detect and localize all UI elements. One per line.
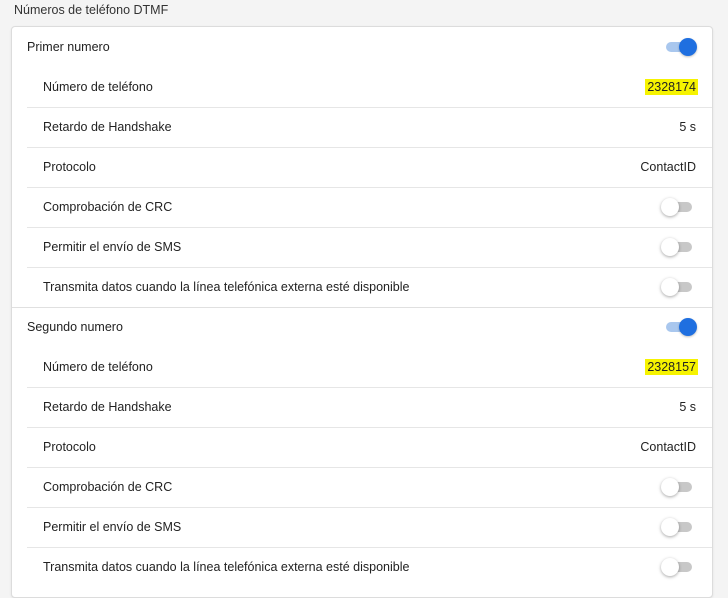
- phone-number-label: Número de teléfono: [43, 360, 153, 374]
- sms-row: Permitir el envío de SMS: [27, 227, 712, 268]
- handshake-delay-row[interactable]: Retardo de Handshake 5 s: [27, 107, 712, 148]
- crc-check-label: Comprobación de CRC: [43, 200, 173, 214]
- crc-check-label: Comprobación de CRC: [43, 480, 173, 494]
- sms-toggle[interactable]: [661, 237, 695, 257]
- protocol-value: ContactID: [640, 440, 696, 454]
- sms-row: Permitir el envío de SMS: [27, 507, 712, 548]
- external-line-toggle[interactable]: [661, 277, 695, 297]
- group-name: Segundo numero: [27, 320, 123, 334]
- phone-number-row[interactable]: Número de teléfono 2328157: [27, 347, 712, 388]
- handshake-delay-value: 5 s: [679, 120, 696, 134]
- sms-label: Permitir el envío de SMS: [43, 240, 182, 254]
- crc-check-toggle[interactable]: [661, 477, 695, 497]
- protocol-row[interactable]: Protocolo ContactID: [27, 427, 712, 468]
- external-line-row: Transmita datos cuando la línea telefóni…: [12, 267, 712, 308]
- group-header-first: Primer numero: [12, 27, 712, 67]
- phone-number-label: Número de teléfono: [43, 80, 153, 94]
- second-number-enable-toggle[interactable]: [663, 317, 697, 337]
- sms-toggle[interactable]: [661, 517, 695, 537]
- sms-label: Permitir el envío de SMS: [43, 520, 182, 534]
- handshake-delay-label: Retardo de Handshake: [43, 120, 172, 134]
- group-header-second: Segundo numero: [12, 307, 712, 347]
- protocol-row[interactable]: Protocolo ContactID: [27, 147, 712, 188]
- protocol-value: ContactID: [640, 160, 696, 174]
- external-line-label: Transmita datos cuando la línea telefóni…: [43, 280, 410, 294]
- phone-number-value: 2328157: [645, 359, 698, 375]
- group-name: Primer numero: [27, 40, 110, 54]
- external-line-row: Transmita datos cuando la línea telefóni…: [27, 547, 712, 587]
- dtmf-settings-panel: Primer numero Número de teléfono 2328174…: [11, 26, 713, 598]
- crc-check-toggle[interactable]: [661, 197, 695, 217]
- handshake-delay-label: Retardo de Handshake: [43, 400, 172, 414]
- handshake-delay-value: 5 s: [679, 400, 696, 414]
- phone-number-value: 2328174: [645, 79, 698, 95]
- external-line-label: Transmita datos cuando la línea telefóni…: [43, 560, 410, 574]
- phone-number-row[interactable]: Número de teléfono 2328174: [27, 67, 712, 108]
- handshake-delay-row[interactable]: Retardo de Handshake 5 s: [27, 387, 712, 428]
- crc-check-row: Comprobación de CRC: [27, 187, 712, 228]
- first-number-enable-toggle[interactable]: [663, 37, 697, 57]
- external-line-toggle[interactable]: [661, 557, 695, 577]
- protocol-label: Protocolo: [43, 160, 96, 174]
- crc-check-row: Comprobación de CRC: [27, 467, 712, 508]
- section-title: Números de teléfono DTMF: [14, 3, 169, 17]
- protocol-label: Protocolo: [43, 440, 96, 454]
